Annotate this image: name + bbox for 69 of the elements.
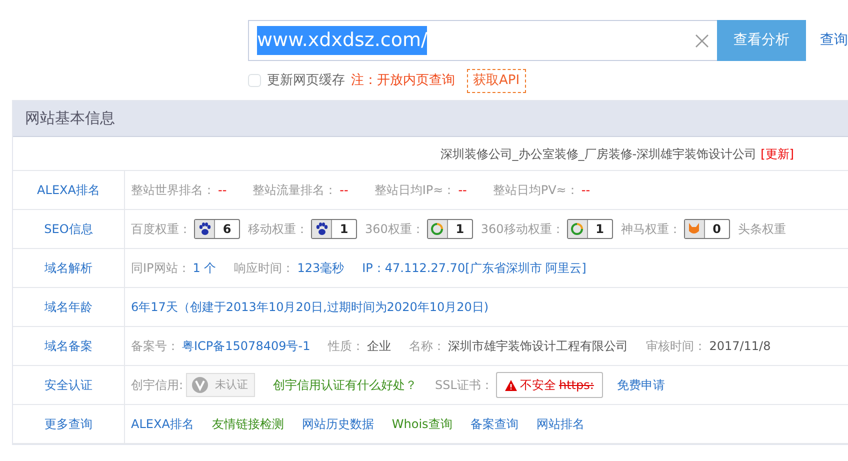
- weight-badge: 0: [684, 219, 730, 239]
- weight-badge: 1: [566, 219, 613, 239]
- note-text: 注：开放内页查询: [351, 72, 455, 90]
- checkbox-label: 更新网页缓存: [267, 72, 345, 90]
- row-label: 更多查询: [44, 416, 92, 433]
- field-label: 备案号：: [131, 338, 179, 355]
- field-label: 整站日均PV≈：: [492, 182, 578, 199]
- field-label: 同IP网站：: [131, 260, 190, 277]
- warning-icon: [504, 380, 517, 390]
- row-label: SEO信息: [44, 221, 93, 238]
- api-link[interactable]: 获取API: [467, 69, 526, 92]
- empty-value: --: [581, 182, 590, 199]
- cache-checkbox[interactable]: [248, 74, 261, 88]
- value-link[interactable]: ALEXA排名: [131, 415, 194, 433]
- empty-value: --: [458, 182, 467, 199]
- field-label: 审核时间：: [646, 338, 706, 355]
- field-label: 性质：: [328, 338, 364, 355]
- field-label: 整站世界排名：: [131, 182, 215, 199]
- value-link[interactable]: 备案查询: [470, 415, 518, 433]
- info-link[interactable]: Whois查询: [392, 415, 452, 433]
- fox-icon: [684, 220, 705, 238]
- field-value: 深圳市雄宇装饰设计工程有限公司: [448, 338, 628, 355]
- site-title: 深圳装修公司_办公室装修_厂房装修-深圳雄宇装饰设计公司: [440, 146, 757, 162]
- certification-badge: 未认证: [186, 373, 256, 397]
- url-input-field[interactable]: www.xdxdsz.com/: [248, 20, 718, 61]
- value-link[interactable]: IP：47.112.27.70[广东省深圳市 阿里云]: [362, 259, 586, 277]
- field-label: 百度权重：: [131, 221, 191, 238]
- row-label: 域名年龄: [44, 299, 92, 316]
- field-label: 整站流量排名：: [252, 182, 337, 199]
- field-label: 360权重：: [365, 221, 424, 238]
- field-label: 360移动权重：: [480, 221, 564, 238]
- field-label: 创宇信用:: [131, 377, 184, 394]
- field-label: 头条权重: [738, 221, 786, 238]
- field-value: 6年17天（创建于2013年10月20日,过期时间为2020年10月20日): [131, 299, 489, 316]
- value-link[interactable]: 网站排名: [536, 415, 584, 433]
- field-label: SSL证书：: [435, 377, 493, 394]
- ring-icon: [568, 220, 588, 238]
- field-label: 移动权重：: [248, 221, 308, 238]
- ring-icon: [428, 220, 448, 238]
- paw-icon: [195, 220, 215, 238]
- field-value: 2017/11/8: [709, 338, 771, 355]
- info-link[interactable]: 友情链接检测: [212, 415, 284, 433]
- field-label: 整站日均IP≈：: [374, 182, 456, 199]
- section-title: 网站基本信息: [25, 108, 115, 130]
- weight-badge: 1: [311, 219, 357, 239]
- field-label: 神马权重：: [620, 221, 681, 238]
- weight-badge: 6: [194, 219, 240, 239]
- weight-badge: 1: [426, 219, 473, 239]
- row-label: ALEXA排名: [37, 182, 100, 199]
- ssl-status-badge: 不安全 https:: [496, 372, 603, 398]
- query-link[interactable]: 查询: [820, 30, 848, 51]
- field-value: 企业: [367, 338, 392, 355]
- row-label: 域名备案: [44, 338, 92, 355]
- value-link[interactable]: 免费申请: [616, 376, 665, 394]
- field-label: 名称：: [409, 338, 446, 355]
- info-link[interactable]: 创宇信用认证有什么好处？: [273, 376, 418, 394]
- refresh-link[interactable]: [更新]: [760, 144, 794, 162]
- value-link[interactable]: 1 个: [192, 259, 216, 277]
- row-label: 域名解析: [44, 260, 92, 277]
- empty-value: --: [218, 182, 227, 199]
- value-link[interactable]: 网站历史数据: [302, 415, 374, 433]
- clear-icon[interactable]: [695, 34, 710, 48]
- paw-icon: [312, 220, 332, 238]
- value-link[interactable]: 粤ICP备15078409号-1: [182, 337, 310, 355]
- field-label: 响应时间：: [234, 260, 294, 277]
- empty-value: --: [340, 182, 348, 199]
- field-value: 123毫秒: [297, 260, 344, 277]
- analyze-button[interactable]: 查看分析: [717, 20, 806, 61]
- row-label: 安全认证: [44, 377, 92, 394]
